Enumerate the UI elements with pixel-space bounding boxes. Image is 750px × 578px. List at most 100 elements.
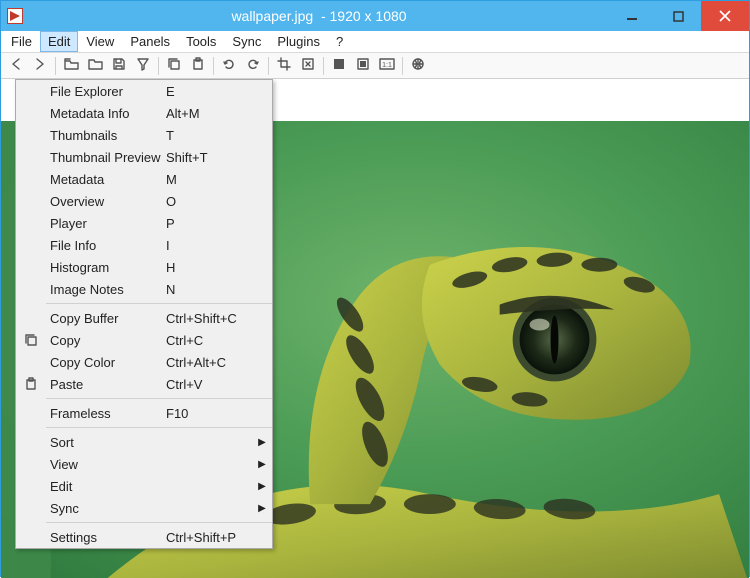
menu-shortcut: H	[166, 260, 252, 275]
menu-icon-blank	[16, 168, 46, 190]
full-button[interactable]	[328, 55, 350, 77]
app-icon	[7, 8, 23, 24]
menu-item-file-info[interactable]: File InfoI	[16, 234, 272, 256]
menu-sync[interactable]: Sync	[224, 31, 269, 52]
menu-label: Player	[46, 216, 166, 231]
menu-icon-blank	[16, 124, 46, 146]
menu-label: Image Notes	[46, 282, 166, 297]
menu-label: File Explorer	[46, 84, 166, 99]
folder-open-icon	[64, 57, 79, 74]
toolbar-separator	[55, 57, 56, 75]
filter-button[interactable]	[132, 55, 154, 77]
submenu-arrow-icon: ▶	[252, 481, 272, 492]
menu-label: Metadata Info	[46, 106, 166, 121]
menu-file[interactable]: File	[3, 31, 40, 52]
menu-shortcut: O	[166, 194, 252, 209]
rotate-cw-icon	[246, 57, 260, 74]
menu-icon-blank	[16, 453, 46, 475]
menu-separator	[46, 398, 272, 399]
submenu-arrow-icon: ▶	[252, 503, 272, 514]
paste-icon	[16, 373, 46, 395]
menu-item-file-explorer[interactable]: File ExplorerE	[16, 80, 272, 102]
menu-item-settings[interactable]: SettingsCtrl+Shift+P	[16, 526, 272, 548]
copy-button[interactable]	[163, 55, 185, 77]
menu-item-copy-buffer[interactable]: Copy BufferCtrl+Shift+C	[16, 307, 272, 329]
menu-shortcut: Ctrl+C	[166, 333, 252, 348]
menu-tools[interactable]: Tools	[178, 31, 224, 52]
menu-icon-blank	[16, 278, 46, 300]
copy-icon	[16, 329, 46, 351]
menu-edit[interactable]: Edit	[40, 31, 78, 52]
submenu-arrow-icon: ▶	[252, 437, 272, 448]
menu-item-paste[interactable]: PasteCtrl+V	[16, 373, 272, 395]
toolbar-separator	[323, 57, 324, 75]
menu-shortcut: Ctrl+Shift+P	[166, 530, 252, 545]
menu-label: Overview	[46, 194, 166, 209]
maximize-icon	[673, 11, 684, 22]
one-to-one-icon: 1:1	[379, 57, 395, 74]
menu-plugins[interactable]: Plugins	[269, 31, 328, 52]
folder-button[interactable]	[84, 55, 106, 77]
menu-item-sync[interactable]: Sync ▶	[16, 497, 272, 519]
window-title: wallpaper.jpg - 1920 x 1080	[29, 8, 609, 24]
menu-item-thumbnails[interactable]: ThumbnailsT	[16, 124, 272, 146]
menu-label: Copy Color	[46, 355, 166, 370]
fit-icon	[301, 57, 315, 74]
maximize-button[interactable]	[655, 1, 701, 31]
menu-icon-blank	[16, 80, 46, 102]
menu-shortcut: P	[166, 216, 252, 231]
rotate-cw-button[interactable]	[242, 55, 264, 77]
menu-shortcut: E	[166, 84, 252, 99]
globe-icon	[411, 57, 425, 74]
menu-icon-blank	[16, 234, 46, 256]
menu-shortcut: I	[166, 238, 252, 253]
fit-window-button[interactable]	[352, 55, 374, 77]
menu-q[interactable]: ?	[328, 31, 351, 52]
close-button[interactable]	[701, 1, 749, 31]
menu-icon-blank	[16, 190, 46, 212]
menu-item-copy[interactable]: CopyCtrl+C	[16, 329, 272, 351]
menu-item-copy-color[interactable]: Copy ColorCtrl+Alt+C	[16, 351, 272, 373]
menu-item-player[interactable]: PlayerP	[16, 212, 272, 234]
nav-forward-button[interactable]	[29, 55, 51, 77]
rotate-ccw-button[interactable]	[218, 55, 240, 77]
menu-icon-blank	[16, 431, 46, 453]
fit-button[interactable]	[297, 55, 319, 77]
crop-icon	[277, 57, 291, 74]
menu-item-metadata[interactable]: MetadataM	[16, 168, 272, 190]
menu-label: Histogram	[46, 260, 166, 275]
menu-item-overview[interactable]: OverviewO	[16, 190, 272, 212]
crop-button[interactable]	[273, 55, 295, 77]
globe-button[interactable]	[407, 55, 429, 77]
menu-label: Frameless	[46, 406, 166, 421]
menu-view[interactable]: View	[78, 31, 122, 52]
menu-item-edit[interactable]: Edit▶	[16, 475, 272, 497]
menu-item-sort[interactable]: Sort▶	[16, 431, 272, 453]
paste-button[interactable]	[187, 55, 209, 77]
menu-shortcut: T	[166, 128, 252, 143]
nav-forward-icon	[33, 57, 47, 74]
toolbar-separator	[402, 57, 403, 75]
menu-shortcut: Shift+T	[166, 150, 252, 165]
menu-label: File Info	[46, 238, 166, 253]
menu-item-metadata-info[interactable]: Metadata InfoAlt+M	[16, 102, 272, 124]
folder-icon	[88, 57, 103, 74]
menu-item-thumbnail-preview[interactable]: Thumbnail PreviewShift+T	[16, 146, 272, 168]
nav-back-button[interactable]	[5, 55, 27, 77]
menu-panels[interactable]: Panels	[122, 31, 178, 52]
menu-item-image-notes[interactable]: Image NotesN	[16, 278, 272, 300]
folder-open-button[interactable]	[60, 55, 82, 77]
save-button[interactable]	[108, 55, 130, 77]
menu-item-view[interactable]: View▶	[16, 453, 272, 475]
one-to-one-button[interactable]: 1:1	[376, 55, 398, 77]
menu-item-frameless[interactable]: FramelessF10	[16, 402, 272, 424]
minimize-button[interactable]	[609, 1, 655, 31]
menu-separator	[46, 427, 272, 428]
menu-label: Thumbnail Preview	[46, 150, 166, 165]
copy-icon	[167, 57, 181, 74]
menu-item-histogram[interactable]: HistogramH	[16, 256, 272, 278]
menu-icon-blank	[16, 146, 46, 168]
menu-label: Sync	[46, 501, 166, 516]
menu-shortcut: N	[166, 282, 252, 297]
fit-window-icon	[356, 57, 370, 74]
